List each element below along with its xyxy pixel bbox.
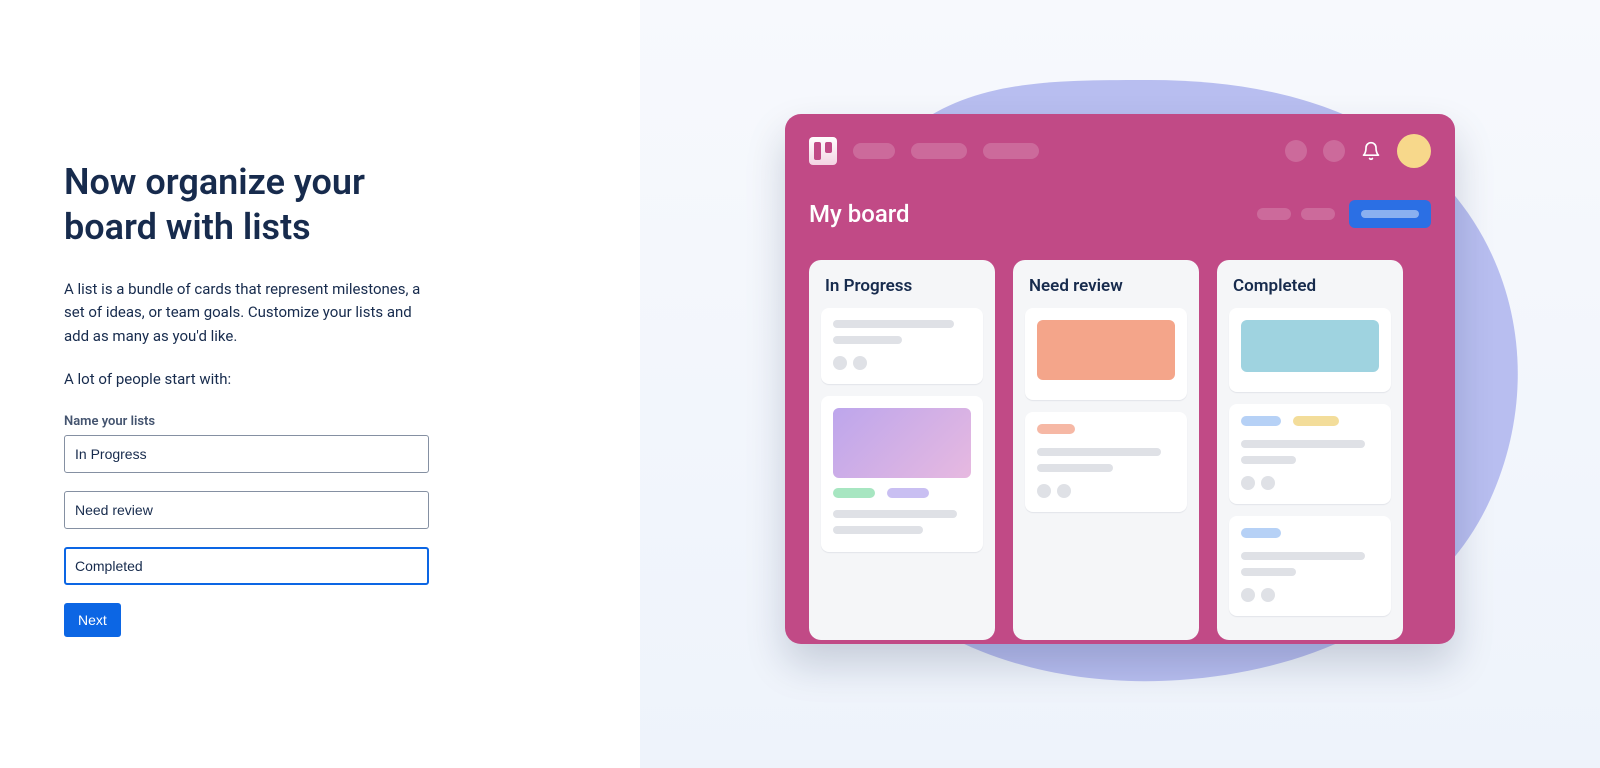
page-subdescription: A lot of people start with: [64, 370, 550, 388]
preview-list-title: Completed [1233, 276, 1389, 296]
preview-list-title: In Progress [825, 276, 981, 296]
preview-card [1229, 404, 1391, 504]
preview-card [1229, 516, 1391, 616]
trello-logo-icon [809, 137, 837, 165]
preview-card [1025, 412, 1187, 512]
preview-pane: My board In Progress [640, 0, 1600, 768]
preview-lists: In Progress Need review [809, 260, 1431, 640]
list-name-input-2[interactable] [64, 491, 429, 529]
onboarding-form-pane: Now organize your board with lists A lis… [0, 0, 640, 768]
preview-card [821, 396, 983, 552]
header-placeholder-circle [1323, 140, 1345, 162]
page-title: Now organize your board with lists [64, 160, 444, 250]
board-preview-header [809, 132, 1431, 170]
preview-card [821, 308, 983, 384]
header-placeholder [911, 143, 967, 159]
preview-list-3: Completed [1217, 260, 1403, 640]
title-placeholder [1301, 208, 1335, 220]
name-lists-label: Name your lists [64, 414, 550, 429]
avatar [1397, 134, 1431, 168]
preview-list-2: Need review [1013, 260, 1199, 640]
list-name-input-1[interactable] [64, 435, 429, 473]
next-button[interactable]: Next [64, 603, 121, 637]
preview-action-button [1349, 200, 1431, 228]
board-title-row: My board [809, 198, 1431, 230]
header-placeholder-circle [1285, 140, 1307, 162]
header-placeholder [983, 143, 1039, 159]
preview-list-1: In Progress [809, 260, 995, 640]
list-name-input-3[interactable] [64, 547, 429, 585]
header-placeholder [853, 143, 895, 159]
board-title: My board [809, 200, 1257, 228]
page-description: A list is a bundle of cards that represe… [64, 278, 434, 348]
board-preview: My board In Progress [785, 114, 1455, 644]
title-placeholder [1257, 208, 1291, 220]
bell-icon [1361, 141, 1381, 161]
preview-card [1025, 308, 1187, 400]
preview-card [1229, 308, 1391, 392]
preview-list-title: Need review [1029, 276, 1185, 296]
